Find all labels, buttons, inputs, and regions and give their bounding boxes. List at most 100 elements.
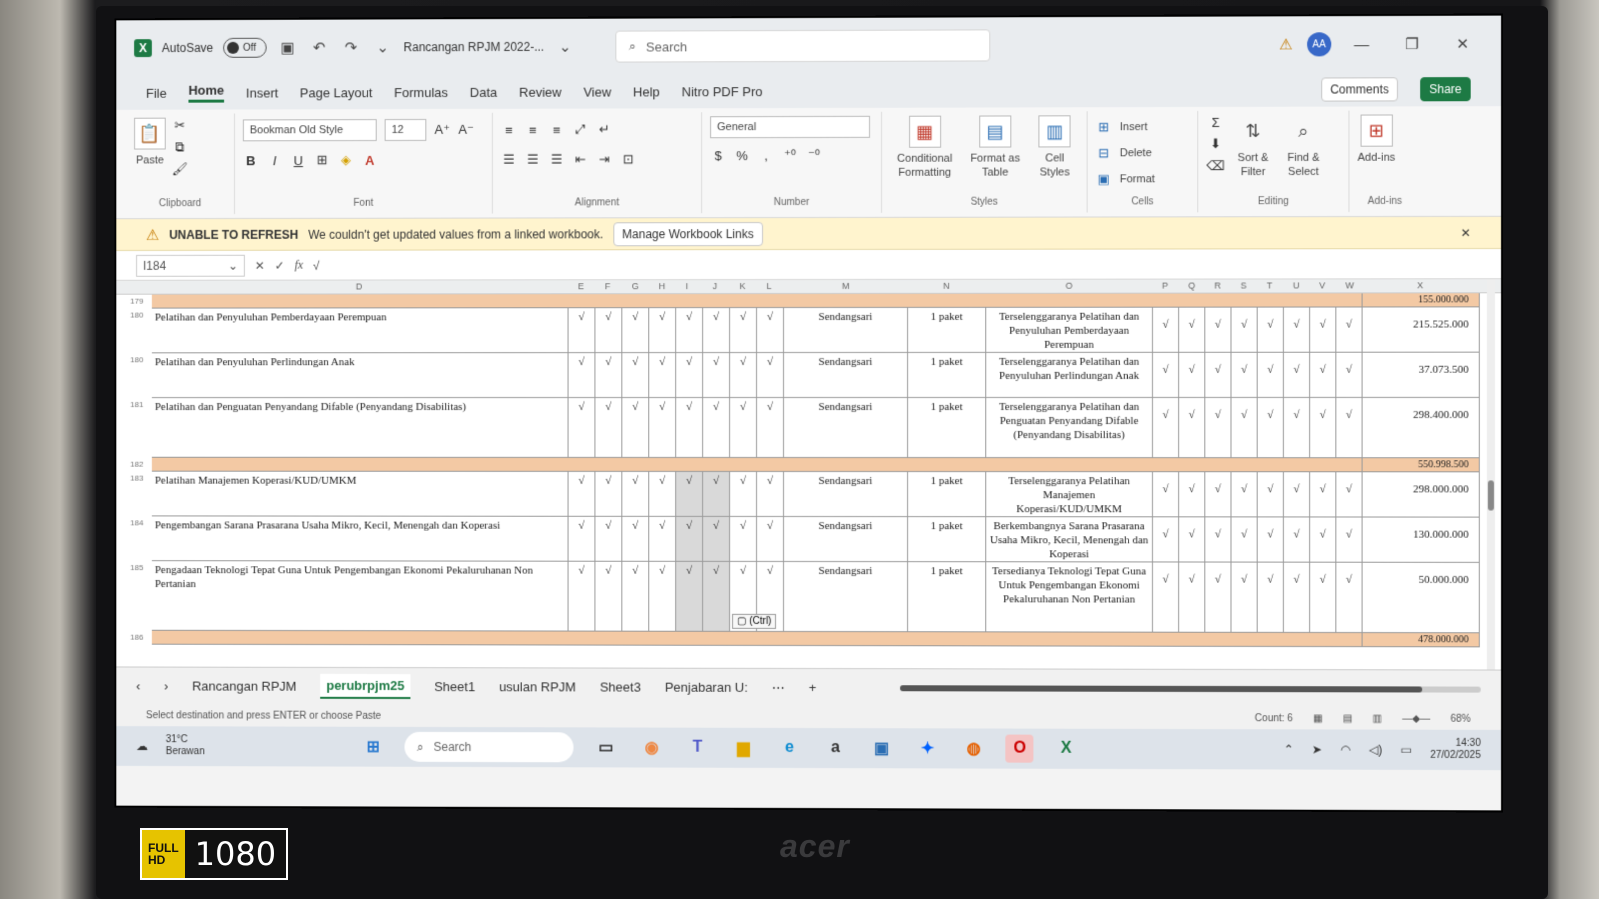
borders-icon[interactable]: ⊞	[314, 152, 330, 168]
check-cell[interactable]: √	[622, 516, 650, 562]
check-cell[interactable]: √	[1179, 397, 1206, 459]
close-icon[interactable]: ✕	[1442, 35, 1482, 53]
chevron-up-icon[interactable]: ⌃	[1284, 742, 1294, 756]
tab-perubrpjm25[interactable]: perubrpjm25	[320, 673, 411, 700]
volume-cell[interactable]: 1 paket	[908, 562, 987, 633]
check-cell[interactable]: √	[730, 353, 758, 399]
cut-icon[interactable]: ✂	[172, 118, 188, 134]
check-cell[interactable]: √	[1179, 517, 1206, 563]
total-cell[interactable]: 298.000.000	[1362, 472, 1480, 518]
addins-button[interactable]: ⊞ Add-ins	[1358, 114, 1395, 164]
total-cell[interactable]: 215.525.000	[1362, 307, 1480, 353]
check-cell[interactable]: √	[595, 516, 623, 562]
total-cell[interactable]: 50.000.000	[1362, 562, 1480, 634]
blank-cell[interactable]	[151, 457, 1363, 473]
comments-button[interactable]: Comments	[1321, 77, 1398, 102]
menu-page-layout[interactable]: Page Layout	[300, 85, 372, 100]
check-cell[interactable]: √	[676, 398, 704, 458]
total-cell[interactable]: 478.000.000	[1362, 633, 1480, 648]
align-top-icon[interactable]: ≡	[501, 122, 517, 137]
check-cell[interactable]: √	[568, 471, 596, 517]
firefox-icon[interactable]: ◍	[960, 734, 988, 762]
menu-home[interactable]: Home	[188, 82, 225, 103]
check-cell[interactable]: √	[1310, 352, 1337, 398]
number-format-select[interactable]: General	[710, 115, 871, 139]
check-cell[interactable]: √	[1283, 352, 1311, 398]
page-break-view-icon[interactable]: ▥	[1373, 713, 1383, 724]
outcome-cell[interactable]: Terselenggaranya Pelatihan dan Penyuluha…	[986, 352, 1153, 398]
paste-options-button[interactable]: ▢ (Ctrl)	[732, 613, 777, 629]
decrease-decimal-icon[interactable]: ⁻⁰	[806, 147, 822, 163]
zoom-slider[interactable]: —◆—	[1402, 713, 1430, 724]
check-cell[interactable]: √	[595, 561, 623, 632]
vertical-scrollbar[interactable]	[1486, 279, 1495, 670]
decrease-font-icon[interactable]: A⁻	[458, 122, 474, 138]
column-header[interactable]: E	[578, 281, 584, 291]
taskbar-search[interactable]: ⌕ Search	[404, 731, 574, 763]
row-number[interactable]: 185	[130, 563, 143, 572]
description-cell[interactable]: Pelatihan dan Penyuluhan Perlindungan An…	[151, 353, 569, 399]
location-icon[interactable]: ➤	[1312, 742, 1322, 756]
description-cell[interactable]: Pengembangan Sarana Prasarana Usaha Mikr…	[151, 516, 569, 562]
check-cell[interactable]: √	[595, 308, 623, 354]
file-name[interactable]: Rancangan RPJM 2022-...	[404, 40, 545, 54]
column-header[interactable]: P	[1162, 281, 1168, 291]
manage-links-button[interactable]: Manage Workbook Links	[613, 221, 763, 246]
check-cell[interactable]: √	[703, 353, 731, 399]
check-cell[interactable]: √	[1231, 397, 1258, 459]
teams-icon[interactable]: T	[684, 734, 712, 762]
check-cell[interactable]: √	[1310, 307, 1337, 353]
menu-formulas[interactable]: Formulas	[394, 85, 448, 100]
check-cell[interactable]: √	[622, 471, 650, 517]
customize-quick-access-icon[interactable]: ⌄	[372, 36, 394, 58]
total-cell[interactable]: 550.998.500	[1362, 458, 1480, 473]
orientation-icon[interactable]: ⤢	[573, 122, 589, 138]
check-cell[interactable]: √	[1257, 472, 1284, 518]
description-cell[interactable]: Pelatihan dan Penyuluhan Pemberdayaan Pe…	[151, 308, 569, 354]
task-view-icon[interactable]: ▭	[592, 733, 620, 761]
volume-cell[interactable]: 1 paket	[908, 397, 987, 459]
check-cell[interactable]: √	[1310, 397, 1337, 459]
insert-cells-button[interactable]: ⊞ Insert	[1096, 115, 1147, 139]
store-icon[interactable]: ▣	[867, 734, 895, 762]
check-cell[interactable]: √	[1336, 562, 1363, 634]
tab-sheet1[interactable]: Sheet1	[434, 679, 475, 694]
italic-button[interactable]: I	[267, 153, 283, 168]
more-tabs-icon[interactable]: ⋯	[772, 679, 785, 695]
check-cell[interactable]: √	[649, 561, 677, 632]
chevron-down-icon[interactable]: ⌄	[554, 36, 576, 58]
tab-sheet3[interactable]: Sheet3	[600, 680, 641, 695]
format-as-table-button[interactable]: ▤ Format as Table	[965, 115, 1025, 179]
check-cell[interactable]: √	[730, 471, 758, 517]
tab-rancangan-rpjm[interactable]: Rancangan RPJM	[192, 679, 296, 694]
horizontal-scrollbar[interactable]	[900, 684, 1481, 693]
align-bottom-icon[interactable]: ≡	[549, 122, 565, 137]
fill-icon[interactable]: ⬇	[1206, 136, 1225, 152]
check-cell[interactable]: √	[1205, 472, 1232, 518]
check-cell[interactable]: √	[1179, 307, 1206, 353]
avatar[interactable]: AA	[1307, 32, 1332, 57]
outcome-cell[interactable]: Terselenggaranya Pelatihan dan Penguatan…	[986, 397, 1153, 459]
percent-button[interactable]: %	[734, 148, 750, 163]
check-cell[interactable]: √	[1205, 562, 1232, 633]
location-cell[interactable]: Sendangsari	[784, 307, 909, 354]
check-cell[interactable]: √	[595, 398, 623, 458]
zoom-level[interactable]: 68%	[1450, 713, 1470, 724]
paste-button[interactable]: 📋 Paste	[134, 117, 166, 168]
save-icon[interactable]: ▣	[277, 37, 299, 59]
check-cell[interactable]: √	[1257, 562, 1284, 633]
check-cell[interactable]: √	[1179, 352, 1206, 398]
increase-font-icon[interactable]: A⁺	[434, 122, 450, 138]
check-cell[interactable]: √	[1336, 472, 1363, 518]
column-header[interactable]: X	[1417, 280, 1423, 290]
check-cell[interactable]: √	[676, 561, 704, 632]
align-middle-icon[interactable]: ≡	[525, 122, 541, 137]
column-header[interactable]: I	[686, 281, 689, 291]
check-cell[interactable]: √	[676, 353, 704, 399]
check-cell[interactable]: √	[1231, 472, 1258, 518]
column-header[interactable]: G	[632, 281, 639, 291]
check-cell[interactable]: √	[1283, 397, 1311, 459]
check-cell[interactable]: √	[703, 516, 731, 562]
edge-icon[interactable]: e	[775, 734, 803, 762]
bold-button[interactable]: B	[243, 153, 259, 168]
